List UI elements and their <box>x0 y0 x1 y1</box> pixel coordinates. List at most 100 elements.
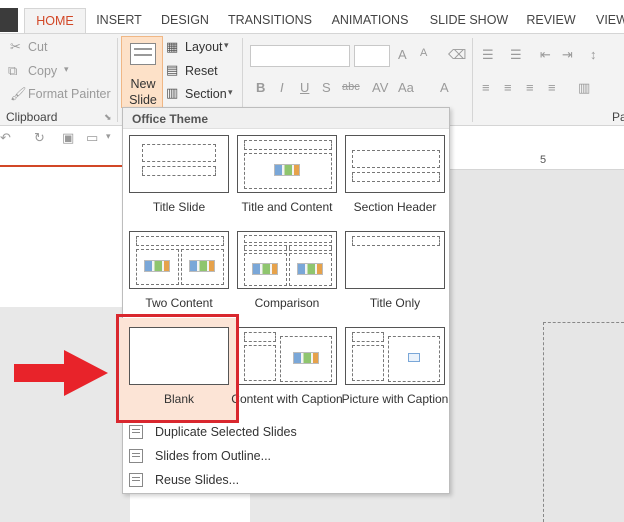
group-divider <box>117 38 118 122</box>
content-icons <box>274 164 300 176</box>
underline-icon[interactable]: U <box>300 80 309 95</box>
quick-access-row: ↶ ↻ ▣ ▭ ▾ <box>0 126 130 152</box>
ribbon-tab-bar: HOME INSERT DESIGN TRANSITIONS ANIMATION… <box>0 0 624 34</box>
layout-thumbnail <box>345 231 445 289</box>
tab-slide-show[interactable]: SLIDE SHOW <box>426 8 512 34</box>
columns-icon[interactable]: ▥ <box>578 80 590 96</box>
layout-name: Title and Content <box>241 200 333 214</box>
line-spacing-icon[interactable]: ↕ <box>590 47 597 62</box>
reset-button[interactable]: Reset <box>185 64 218 78</box>
placeholder-outline <box>244 245 287 251</box>
content-icons <box>252 263 278 275</box>
justify-icon[interactable]: ≡ <box>548 80 556 95</box>
placeholder-outline <box>244 345 276 381</box>
shadow-icon[interactable]: S <box>322 80 331 95</box>
align-left-icon[interactable]: ≡ <box>482 80 490 95</box>
tab-animations[interactable]: ANIMATIONS <box>326 8 414 34</box>
reuse-slides-item[interactable]: Reuse Slides... <box>129 470 439 492</box>
chevron-down-icon[interactable]: ▾ <box>224 40 229 51</box>
placeholder-outline <box>352 172 440 182</box>
ruler-number: 5 <box>540 154 547 166</box>
dialog-launcher-icon[interactable]: ⬊ <box>104 112 112 123</box>
decrease-font-icon[interactable]: A <box>420 47 427 59</box>
layout-name: Title Only <box>369 296 421 310</box>
layout-thumbnail <box>129 231 229 289</box>
new-slide-dropdown: Office Theme Title Slide Title and Conte… <box>120 107 450 494</box>
tab-insert[interactable]: INSERT <box>90 8 148 34</box>
chevron-down-icon[interactable]: ▾ <box>228 87 233 98</box>
bold-icon[interactable]: B <box>256 80 265 95</box>
picture-icon <box>408 353 420 362</box>
copy-button[interactable]: Copy <box>28 64 57 78</box>
layout-name: Two Content <box>145 296 213 310</box>
content-icons <box>144 260 170 272</box>
increase-indent-icon[interactable]: ⇥ <box>562 47 573 63</box>
workspace-background <box>250 492 450 522</box>
tab-review[interactable]: REVIEW <box>524 8 578 34</box>
duplicate-slides-icon <box>129 425 143 439</box>
redo-icon[interactable]: ↻ <box>34 130 45 146</box>
cut-button[interactable]: Cut <box>28 40 47 54</box>
align-center-icon[interactable]: ≡ <box>504 80 512 95</box>
chevron-down-icon[interactable]: ▾ <box>64 64 69 75</box>
format-painter-icon: 🖌 <box>10 86 27 101</box>
bullets-icon[interactable]: ☰ <box>482 47 494 63</box>
decrease-indent-icon[interactable]: ⇤ <box>540 47 551 63</box>
numbering-icon[interactable]: ☰ <box>510 47 522 63</box>
reuse-slides-icon <box>129 473 143 487</box>
cut-icon: ✂ <box>10 39 21 54</box>
slides-from-outline-item[interactable]: Slides from Outline... <box>129 446 439 468</box>
new-slide-label-2: Slide <box>129 93 157 107</box>
section-icon: ▥ <box>166 85 179 100</box>
placeholder-outline <box>289 245 332 251</box>
italic-icon[interactable]: I <box>280 80 284 95</box>
file-tab[interactable] <box>0 8 18 32</box>
layout-name: Section Header <box>353 200 437 214</box>
layout-name: Comparison <box>254 296 320 310</box>
placeholder-outline <box>352 150 440 168</box>
font-name-dropdown[interactable] <box>250 45 350 67</box>
horizontal-ruler: 5 <box>448 152 624 170</box>
new-slide-icon <box>130 43 156 65</box>
content-icons <box>297 263 323 275</box>
layout-button[interactable]: Layout <box>185 40 223 54</box>
layout-name: Content with Caption <box>231 392 343 406</box>
align-right-icon[interactable]: ≡ <box>526 80 534 95</box>
reset-icon: ▤ <box>166 62 179 77</box>
layout-thumbnail <box>345 135 445 193</box>
placeholder-outline <box>244 332 276 342</box>
tab-view[interactable]: VIEW <box>596 8 624 34</box>
slide-canvas[interactable] <box>543 322 624 522</box>
font-color-icon[interactable]: A <box>440 80 449 95</box>
tab-transitions[interactable]: TRANSITIONS <box>226 8 314 34</box>
copy-icon: ⧉ <box>8 63 18 78</box>
strikethrough-icon[interactable]: abc <box>342 81 360 93</box>
format-painter-button[interactable]: Format Painter <box>28 87 111 101</box>
tab-design[interactable]: DESIGN <box>156 8 214 34</box>
slide-thumbnail[interactable] <box>0 165 130 307</box>
layout-name: Title Slide <box>152 200 206 214</box>
character-spacing-icon[interactable]: AV <box>372 80 388 95</box>
font-size-dropdown[interactable] <box>354 45 390 67</box>
increase-font-icon[interactable]: A <box>398 47 407 62</box>
paragraph-group-label: Pa <box>612 110 624 124</box>
placeholder-outline <box>142 144 216 162</box>
section-button[interactable]: Section <box>185 87 227 101</box>
layout-thumbnail <box>237 135 337 193</box>
duplicate-selected-slides-item[interactable]: Duplicate Selected Slides <box>129 422 439 444</box>
layout-icon: ▦ <box>166 39 179 54</box>
clear-formatting-icon[interactable]: ⌫ <box>448 47 466 63</box>
chevron-down-icon[interactable]: ▾ <box>106 131 111 142</box>
menu-item-label: Reuse Slides... <box>155 473 240 487</box>
undo-icon[interactable]: ↶ <box>0 130 11 146</box>
start-slideshow-icon[interactable]: ▣ <box>62 130 74 146</box>
menu-item-label: Slides from Outline... <box>155 449 272 463</box>
monitor-icon[interactable]: ▭ <box>86 130 98 146</box>
placeholder-outline <box>136 236 224 246</box>
layout-thumbnail <box>237 327 337 385</box>
new-slide-button[interactable]: New Slide <box>121 36 163 108</box>
layout-thumbnail <box>237 231 337 289</box>
change-case-icon[interactable]: Aa <box>398 80 414 95</box>
menu-item-label: Duplicate Selected Slides <box>155 425 297 439</box>
tab-home[interactable]: HOME <box>24 8 86 34</box>
